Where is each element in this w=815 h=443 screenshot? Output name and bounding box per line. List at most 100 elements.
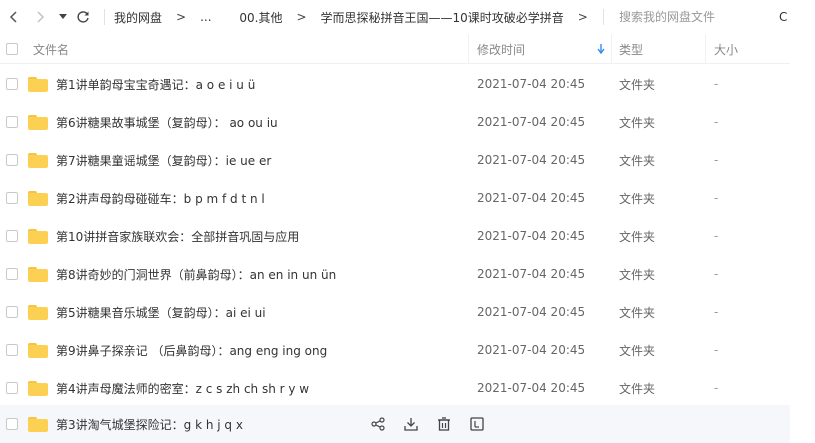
file-size: - bbox=[714, 305, 719, 319]
row-select-cell bbox=[6, 103, 18, 141]
caret-down-icon bbox=[59, 14, 67, 19]
file-name-link[interactable]: 第2讲声母韵母碰碰车：b p m f d t n l bbox=[56, 179, 265, 217]
row-checkbox[interactable] bbox=[6, 418, 18, 430]
more-icon bbox=[470, 417, 484, 431]
row-select-cell bbox=[6, 141, 18, 179]
file-row[interactable]: 第10讲拼音家族联欢会：全部拼音巩固与应用 2021-07-04 20:45 文… bbox=[0, 217, 790, 255]
file-type: 文件夹 bbox=[619, 267, 656, 282]
modified-time: 2021-07-04 20:45 bbox=[477, 115, 586, 129]
file-row[interactable]: 第9讲鼻子探亲记 （后鼻韵母）：ang eng ing ong 2021-07-… bbox=[0, 331, 790, 369]
file-name-link[interactable]: 第6讲糖果故事城堡（复韵母）： ao ou iu bbox=[56, 103, 278, 141]
file-type: 文件夹 bbox=[619, 381, 656, 396]
folder-icon bbox=[28, 217, 48, 255]
download-icon bbox=[404, 418, 418, 431]
row-checkbox[interactable] bbox=[6, 154, 18, 166]
history-dropdown-button[interactable] bbox=[53, 0, 73, 34]
share-icon bbox=[371, 417, 385, 431]
row-checkbox[interactable] bbox=[6, 230, 18, 242]
file-row[interactable]: 第1讲单韵母宝宝奇遇记：a o e i u ü 2021-07-04 20:45… bbox=[0, 65, 790, 103]
row-checkbox[interactable] bbox=[6, 192, 18, 204]
modified-time: 2021-07-04 20:45 bbox=[477, 381, 586, 395]
file-name-link[interactable]: 第8讲奇妙的门洞世界（前鼻韵母）：an en in un ün bbox=[56, 255, 336, 293]
breadcrumb-other[interactable]: 00.其他 bbox=[239, 9, 282, 26]
modified-time: 2021-07-04 20:45 bbox=[477, 153, 586, 167]
row-checkbox[interactable] bbox=[6, 116, 18, 128]
chevron-right-icon bbox=[37, 11, 45, 23]
refresh-button[interactable] bbox=[73, 0, 93, 34]
breadcrumb-ellipsis[interactable]: ... bbox=[200, 10, 211, 24]
column-divider bbox=[468, 34, 469, 64]
row-checkbox[interactable] bbox=[6, 306, 18, 318]
select-all-checkbox[interactable] bbox=[6, 43, 18, 55]
search-input[interactable] bbox=[619, 10, 769, 24]
file-row[interactable]: 第8讲奇妙的门洞世界（前鼻韵母）：an en in un ün 2021-07-… bbox=[0, 255, 790, 293]
folder-icon bbox=[28, 331, 48, 369]
row-checkbox[interactable] bbox=[6, 78, 18, 90]
delete-icon bbox=[438, 417, 450, 431]
file-size: - bbox=[714, 153, 719, 167]
file-row[interactable]: 第4讲声母魔法师的密室：z c s zh ch sh r y w 2021-07… bbox=[0, 369, 790, 407]
sort-indicator[interactable] bbox=[597, 34, 605, 64]
file-type: 文件夹 bbox=[619, 115, 656, 130]
folder-icon bbox=[28, 405, 48, 443]
modified-time: 2021-07-04 20:45 bbox=[477, 191, 586, 205]
forward-button[interactable] bbox=[30, 0, 50, 34]
file-size: - bbox=[714, 191, 719, 205]
search-divider bbox=[603, 9, 604, 25]
chevron-left-icon bbox=[9, 11, 17, 23]
column-divider bbox=[611, 34, 612, 64]
file-row[interactable]: 第7讲糖果童谣城堡（复韵母）：ie ue er 2021-07-04 20:45… bbox=[0, 141, 790, 179]
file-type: 文件夹 bbox=[619, 343, 656, 358]
refresh-text-fragment[interactable]: C bbox=[779, 0, 815, 34]
refresh-icon bbox=[77, 11, 89, 23]
file-name-link[interactable]: 第7讲糖果童谣城堡（复韵母）：ie ue er bbox=[56, 141, 271, 179]
file-type: 文件夹 bbox=[619, 305, 656, 320]
breadcrumb-my-drive[interactable]: 我的网盘 bbox=[114, 9, 162, 26]
row-checkbox[interactable] bbox=[6, 268, 18, 280]
column-header-size[interactable]: 大小 bbox=[714, 34, 738, 64]
top-toolbar: 我的网盘 > ... 00.其他 > 学而思探秘拼音王国——10课时攻破必学拼音… bbox=[0, 0, 815, 34]
folder-icon bbox=[28, 141, 48, 179]
more-button[interactable] bbox=[469, 416, 485, 432]
modified-time: 2021-07-04 20:45 bbox=[477, 229, 586, 243]
folder-icon bbox=[28, 255, 48, 293]
file-row[interactable]: 第6讲糖果故事城堡（复韵母）： ao ou iu 2021-07-04 20:4… bbox=[0, 103, 790, 141]
file-row[interactable]: 第5讲糖果音乐城堡（复韵母）：ai ei ui 2021-07-04 20:45… bbox=[0, 293, 790, 331]
file-type: 文件夹 bbox=[619, 77, 656, 92]
file-size: - bbox=[714, 343, 719, 357]
row-select-cell bbox=[6, 179, 18, 217]
search-box bbox=[603, 0, 769, 34]
modified-time: 2021-07-04 20:45 bbox=[477, 267, 586, 281]
delete-button[interactable] bbox=[436, 416, 452, 432]
file-size: - bbox=[714, 229, 719, 243]
file-name-link[interactable]: 第5讲糖果音乐城堡（复韵母）：ai ei ui bbox=[56, 293, 266, 331]
row-select-cell bbox=[6, 65, 18, 103]
file-name-link[interactable]: 第9讲鼻子探亲记 （后鼻韵母）：ang eng ing ong bbox=[56, 331, 327, 369]
back-button[interactable] bbox=[4, 0, 24, 34]
row-checkbox[interactable] bbox=[6, 382, 18, 394]
file-name-link[interactable]: 第1讲单韵母宝宝奇遇记：a o e i u ü bbox=[56, 65, 255, 103]
modified-time: 2021-07-04 20:45 bbox=[477, 77, 586, 91]
file-name-link[interactable]: 第4讲声母魔法师的密室：z c s zh ch sh r y w bbox=[56, 369, 309, 407]
column-header-type[interactable]: 类型 bbox=[619, 34, 643, 64]
file-list-header: 文件名 修改时间 类型 大小 bbox=[0, 34, 790, 64]
row-actions bbox=[370, 405, 502, 443]
breadcrumb: 我的网盘 > ... 00.其他 > 学而思探秘拼音王国——10课时攻破必学拼音… bbox=[104, 0, 604, 34]
file-row-hovered[interactable]: 第3讲淘气城堡探险记：g k h j q x bbox=[0, 405, 790, 443]
folder-icon bbox=[28, 293, 48, 331]
column-header-name[interactable]: 文件名 bbox=[33, 34, 69, 64]
file-row[interactable]: 第2讲声母韵母碰碰车：b p m f d t n l 2021-07-04 20… bbox=[0, 179, 790, 217]
column-header-modified[interactable]: 修改时间 bbox=[477, 34, 525, 64]
modified-time: 2021-07-04 20:45 bbox=[477, 343, 586, 357]
file-size: - bbox=[714, 115, 719, 129]
column-divider bbox=[705, 34, 706, 64]
folder-icon bbox=[28, 65, 48, 103]
breadcrumb-separator: > bbox=[296, 10, 307, 24]
breadcrumb-current-folder[interactable]: 学而思探秘拼音王国——10课时攻破必学拼音 bbox=[321, 9, 564, 26]
share-button[interactable] bbox=[370, 416, 386, 432]
row-checkbox[interactable] bbox=[6, 344, 18, 356]
file-size: - bbox=[714, 381, 719, 395]
file-name-link[interactable]: 第3讲淘气城堡探险记：g k h j q x bbox=[56, 405, 243, 443]
file-name-link[interactable]: 第10讲拼音家族联欢会：全部拼音巩固与应用 bbox=[56, 217, 299, 255]
download-button[interactable] bbox=[403, 416, 419, 432]
